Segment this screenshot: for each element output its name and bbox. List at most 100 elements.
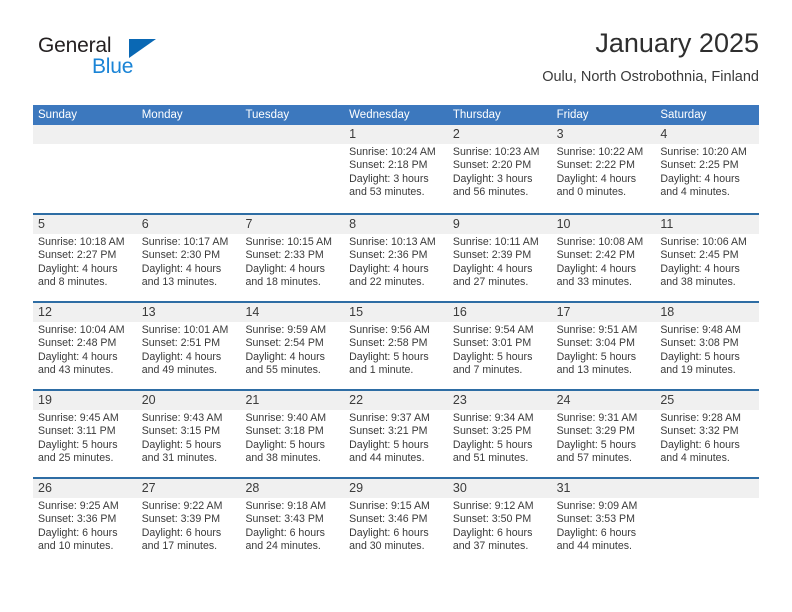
calendar-day-cell[interactable]: 17 Sunrise: 9:51 AM Sunset: 3:04 PM Dayligh… (552, 303, 656, 389)
daylight-text-line1: Daylight: 4 hours (556, 262, 637, 275)
day-number: 14 (245, 305, 260, 319)
daylight-text-line1: Daylight: 5 hours (349, 350, 429, 363)
daylight-text-line1: Daylight: 5 hours (452, 350, 533, 363)
daylight-text-line2: and 56 minutes. (452, 185, 529, 198)
calendar-week-row: 26 Sunrise: 9:25 AM Sunset: 3:36 PM Dayligh… (33, 477, 759, 565)
calendar-weeks: 1 Sunrise: 10:24 AM Sunset: 2:18 PM Dayligh… (33, 125, 759, 565)
day-details: Sunrise: 9:09 AM Sunset: 3:53 PM Daylight:… (557, 500, 653, 553)
sunrise-text: Sunrise: 9:12 AM (452, 500, 534, 512)
calendar-day-cell[interactable]: 31 Sunrise: 9:09 AM Sunset: 3:53 PM Dayligh… (552, 479, 656, 565)
sunrise-text: Sunrise: 9:43 AM (141, 412, 223, 424)
day-number: 26 (38, 481, 52, 495)
day-number: 12 (38, 305, 52, 319)
sunset-text: Sunset: 2:51 PM (141, 337, 221, 350)
daylight-text-line1: Daylight: 4 hours (141, 350, 222, 363)
daylight-text-line1: Daylight: 6 hours (452, 526, 533, 539)
sunset-text: Sunset: 2:30 PM (141, 249, 221, 262)
daylight-text-line1: Daylight: 5 hours (349, 438, 429, 451)
day-details: Sunrise: 10:13 AM Sunset: 2:36 PM Daylight… (349, 236, 445, 289)
calendar-day-cell[interactable]: 30 Sunrise: 9:12 AM Sunset: 3:50 PM Dayligh… (448, 479, 552, 565)
sunrise-text: Sunrise: 9:40 AM (245, 412, 327, 424)
calendar-day-cell[interactable]: 28 Sunrise: 9:18 AM Sunset: 3:43 PM Dayligh… (240, 479, 344, 565)
calendar-day-cell[interactable]: 6 Sunrise: 10:17 AM Sunset: 2:30 PM Dayligh… (137, 215, 241, 301)
sunset-text: Sunset: 2:18 PM (349, 159, 428, 172)
calendar-day-cell[interactable]: 19 Sunrise: 9:45 AM Sunset: 3:11 PM Dayligh… (33, 391, 137, 477)
calendar-day-cell[interactable]: 18 Sunrise: 9:48 AM Sunset: 3:08 PM Dayligh… (655, 303, 759, 389)
sunrise-text: Sunrise: 10:04 AM (38, 324, 125, 336)
calendar-day-cell[interactable]: 10 Sunrise: 10:08 AM Sunset: 2:42 PM Daylig… (552, 215, 656, 301)
calendar-day-cell[interactable]: 16 Sunrise: 9:54 AM Sunset: 3:01 PM Dayligh… (448, 303, 552, 389)
calendar-day-cell[interactable]: 7 Sunrise: 10:15 AM Sunset: 2:33 PM Dayligh… (240, 215, 344, 301)
daylight-text-line2: and 31 minutes. (141, 451, 218, 464)
calendar-day-cell[interactable]: 13 Sunrise: 10:01 AM Sunset: 2:51 PM Daylig… (137, 303, 241, 389)
calendar-day-cell[interactable]: 27 Sunrise: 9:22 AM Sunset: 3:39 PM Dayligh… (137, 479, 241, 565)
calendar-day-cell[interactable]: 22 Sunrise: 9:37 AM Sunset: 3:21 PM Dayligh… (344, 391, 448, 477)
sunset-text: Sunset: 3:50 PM (452, 513, 532, 526)
calendar-week-cells: 1 Sunrise: 10:24 AM Sunset: 2:18 PM Dayligh… (33, 125, 759, 213)
calendar-page: General Blue January 2025 Oulu, North Os… (0, 0, 792, 612)
day-details: Sunrise: 9:25 AM Sunset: 3:36 PM Daylight:… (38, 500, 134, 553)
day-number: 8 (349, 217, 357, 231)
calendar-day-cell[interactable]: 5 Sunrise: 10:18 AM Sunset: 2:27 PM Dayligh… (33, 215, 137, 301)
generalblue-logo[interactable]: General Blue (33, 34, 233, 90)
calendar-week-cells: 26 Sunrise: 9:25 AM Sunset: 3:36 PM Dayligh… (33, 479, 759, 565)
calendar-day-cell[interactable]: 26 Sunrise: 9:25 AM Sunset: 3:36 PM Dayligh… (33, 479, 137, 565)
calendar-day-cell[interactable]: 14 Sunrise: 9:59 AM Sunset: 2:54 PM Dayligh… (240, 303, 344, 389)
sunrise-text: Sunrise: 9:34 AM (452, 412, 534, 424)
day-details: Sunrise: 10:04 AM Sunset: 2:48 PM Daylight… (38, 324, 134, 377)
daylight-text-line1: Daylight: 5 hours (245, 438, 325, 451)
calendar-day-cell[interactable]: 21 Sunrise: 9:40 AM Sunset: 3:18 PM Dayligh… (240, 391, 344, 477)
calendar-day-cell[interactable]: 3 Sunrise: 10:22 AM Sunset: 2:22 PM Dayligh… (552, 125, 656, 213)
sunset-text: Sunset: 3:25 PM (452, 425, 532, 438)
sunset-text: Sunset: 3:36 PM (38, 513, 117, 526)
calendar-day-cell-empty (655, 479, 759, 565)
calendar-day-cell[interactable]: 4 Sunrise: 10:20 AM Sunset: 2:25 PM Dayligh… (655, 125, 759, 213)
calendar-day-cell[interactable]: 25 Sunrise: 9:28 AM Sunset: 3:32 PM Dayligh… (655, 391, 759, 477)
day-details: Sunrise: 10:01 AM Sunset: 2:51 PM Daylight… (142, 324, 238, 377)
calendar-day-cell[interactable]: 15 Sunrise: 9:56 AM Sunset: 2:58 PM Dayligh… (344, 303, 448, 389)
sunset-text: Sunset: 2:25 PM (660, 159, 739, 172)
day-details: Sunrise: 10:17 AM Sunset: 2:30 PM Daylight… (142, 236, 238, 289)
weekday-header-tuesday: Tuesday (245, 109, 290, 121)
sunset-text: Sunset: 2:27 PM (38, 249, 117, 262)
calendar-day-cell[interactable]: 11 Sunrise: 10:06 AM Sunset: 2:45 PM Daylig… (655, 215, 759, 301)
daylight-text-line2: and 17 minutes. (141, 539, 218, 552)
calendar-day-cell-empty (33, 125, 137, 213)
day-details: Sunrise: 9:54 AM Sunset: 3:01 PM Daylight:… (453, 324, 549, 377)
daylight-text-line2: and 10 minutes. (38, 539, 114, 552)
day-number: 18 (660, 305, 675, 319)
weekday-header-friday: Friday (556, 109, 589, 121)
calendar-day-cell[interactable]: 1 Sunrise: 10:24 AM Sunset: 2:18 PM Dayligh… (344, 125, 448, 213)
calendar-day-cell[interactable]: 12 Sunrise: 10:04 AM Sunset: 2:48 PM Daylig… (33, 303, 137, 389)
sunset-text: Sunset: 3:08 PM (660, 337, 739, 350)
sunrise-text: Sunrise: 9:59 AM (245, 324, 327, 336)
daylight-text-line1: Daylight: 4 hours (245, 262, 325, 275)
day-details: Sunrise: 10:23 AM Sunset: 2:20 PM Daylight… (453, 146, 549, 199)
sunset-text: Sunset: 3:21 PM (349, 425, 428, 438)
calendar-day-cell[interactable]: 24 Sunrise: 9:31 AM Sunset: 3:29 PM Dayligh… (552, 391, 656, 477)
day-number: 21 (245, 393, 260, 407)
calendar-day-cell[interactable]: 9 Sunrise: 10:11 AM Sunset: 2:39 PM Dayligh… (448, 215, 552, 301)
calendar-day-cell[interactable]: 2 Sunrise: 10:23 AM Sunset: 2:20 PM Dayligh… (448, 125, 552, 213)
sunset-text: Sunset: 2:45 PM (660, 249, 739, 262)
day-details: Sunrise: 9:31 AM Sunset: 3:29 PM Daylight:… (557, 412, 653, 465)
sunset-text: Sunset: 2:42 PM (556, 249, 635, 262)
day-details: Sunrise: 9:15 AM Sunset: 3:46 PM Daylight:… (349, 500, 445, 553)
day-details: Sunrise: 9:45 AM Sunset: 3:11 PM Daylight:… (38, 412, 134, 465)
calendar-day-cell[interactable]: 8 Sunrise: 10:13 AM Sunset: 2:36 PM Dayligh… (344, 215, 448, 301)
sunset-text: Sunset: 3:43 PM (245, 513, 324, 526)
daylight-text-line2: and 55 minutes. (245, 363, 321, 376)
daylight-text-line2: and 4 minutes. (660, 451, 730, 464)
daylight-text-line2: and 18 minutes. (245, 275, 321, 288)
daylight-text-line2: and 1 minute. (349, 363, 414, 376)
daylight-text-line2: and 38 minutes. (245, 451, 321, 464)
calendar-day-cell[interactable]: 29 Sunrise: 9:15 AM Sunset: 3:46 PM Dayligh… (344, 479, 448, 565)
daylight-text-line1: Daylight: 4 hours (452, 262, 533, 275)
daylight-text-line1: Daylight: 5 hours (556, 350, 637, 363)
calendar-day-cell[interactable]: 23 Sunrise: 9:34 AM Sunset: 3:25 PM Dayligh… (448, 391, 552, 477)
sunset-text: Sunset: 3:11 PM (38, 425, 116, 438)
weekday-header-saturday: Saturday (660, 109, 707, 121)
day-number: 10 (556, 217, 571, 231)
calendar-week-cells: 19 Sunrise: 9:45 AM Sunset: 3:11 PM Dayligh… (33, 391, 759, 477)
calendar-day-cell[interactable]: 20 Sunrise: 9:43 AM Sunset: 3:15 PM Dayligh… (137, 391, 241, 477)
